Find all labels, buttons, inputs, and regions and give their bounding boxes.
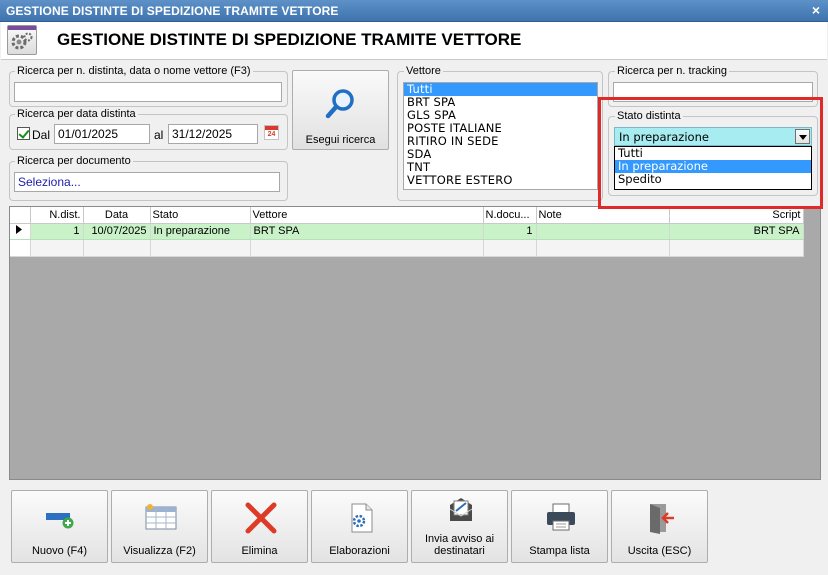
exit-button[interactable]: Uscita (ESC): [611, 490, 708, 563]
window-titlebar: GESTIONE DISTINTE DI SPEDIZIONE TRAMITE …: [0, 0, 828, 22]
column-header[interactable]: Script: [669, 207, 804, 224]
column-header[interactable]: N.dist.: [30, 207, 84, 224]
settings-app-icon: [7, 25, 37, 55]
search-document-select[interactable]: Seleziona...: [14, 172, 280, 192]
vettore-listbox[interactable]: Tutti BRT SPA GLS SPA POSTE ITALIANE RIT…: [403, 82, 598, 190]
vettore-option[interactable]: SDA: [404, 148, 597, 161]
cell-vettore: BRT SPA: [250, 223, 484, 240]
vettore-label: Vettore: [404, 65, 443, 77]
delete-x-icon: [245, 502, 277, 534]
column-header[interactable]: Data: [83, 207, 151, 224]
print-list-button[interactable]: Stampa lista: [511, 490, 608, 563]
search-number-label: Ricerca per n. distinta, data o nome vet…: [15, 65, 253, 77]
column-header[interactable]: Note: [536, 207, 670, 224]
date-from-label: Dal: [32, 128, 51, 142]
cell-stato: In preparazione: [150, 223, 251, 240]
date-to-input[interactable]: 31/12/2025: [168, 124, 258, 144]
close-button[interactable]: ×: [812, 2, 820, 18]
stato-label: Stato distinta: [615, 110, 683, 122]
row-pointer-icon: [10, 223, 31, 240]
search-number-input[interactable]: [14, 82, 282, 102]
search-button-label: Esegui ricerca: [305, 134, 376, 146]
table-view-icon: [145, 504, 177, 530]
stato-dropdown[interactable]: In preparazione: [614, 127, 812, 146]
print-list-button-label: Stampa lista: [529, 545, 590, 557]
new-button-label: Nuovo (F4): [31, 545, 88, 557]
stato-dropdown-list[interactable]: Tutti In preparazione Spedito: [614, 146, 812, 190]
search-document-label: Ricerca per documento: [15, 155, 133, 167]
row-header-corner: [10, 207, 31, 224]
page-title: GESTIONE DISTINTE DI SPEDIZIONE TRAMITE …: [57, 30, 522, 49]
view-button[interactable]: Visualizza (F2): [111, 490, 208, 563]
send-notice-button-label: Invia avviso ai destinatari: [424, 533, 495, 557]
printer-icon: [547, 503, 575, 531]
calendar-icon[interactable]: 24: [264, 125, 279, 140]
date-from-input[interactable]: 01/01/2025: [54, 124, 150, 144]
send-notice-button[interactable]: Invia avviso ai destinatari: [411, 490, 508, 563]
document-gear-icon: [351, 503, 373, 533]
search-date-label: Ricerca per data distinta: [15, 108, 138, 120]
cell-script: BRT SPA: [669, 223, 804, 240]
delete-button-label: Elimina: [241, 545, 278, 557]
date-to-label: al: [154, 128, 164, 142]
table-row-new[interactable]: [10, 239, 804, 257]
stato-value: In preparazione: [619, 130, 709, 144]
chevron-down-icon[interactable]: [795, 129, 810, 144]
vettore-option[interactable]: VETTORE ESTERO: [404, 174, 597, 187]
cell-data: 10/07/2025: [83, 223, 151, 240]
view-button-label: Visualizza (F2): [123, 545, 196, 557]
exit-door-icon: [650, 504, 674, 534]
calendar-icon-day: 24: [267, 131, 276, 138]
stato-option[interactable]: Spedito: [615, 173, 811, 186]
add-row-icon: [46, 513, 74, 529]
tracking-input[interactable]: [613, 82, 813, 102]
window-title: GESTIONE DISTINTE DI SPEDIZIONE TRAMITE …: [6, 4, 339, 18]
send-document-icon: [449, 498, 473, 521]
search-icon: [325, 89, 354, 119]
new-button[interactable]: Nuovo (F4): [11, 490, 108, 563]
tracking-label: Ricerca per n. tracking: [615, 65, 730, 77]
cell-ndist: 1: [30, 223, 84, 240]
distinte-grid[interactable]: N.dist. Data Stato Vettore N.docu... Not…: [9, 206, 821, 480]
grid-header-row: N.dist. Data Stato Vettore N.docu... Not…: [10, 207, 804, 224]
exit-button-label: Uscita (ESC): [627, 545, 692, 557]
cell-ndoc: 1: [483, 223, 537, 240]
column-header[interactable]: N.docu...: [483, 207, 537, 224]
search-button[interactable]: Esegui ricerca: [292, 70, 389, 150]
table-row[interactable]: 1 10/07/2025 In preparazione BRT SPA 1 B…: [10, 223, 804, 240]
column-header[interactable]: Stato: [150, 207, 251, 224]
cell-note: [536, 223, 670, 240]
delete-button[interactable]: Elimina: [211, 490, 308, 563]
page-header: GESTIONE DISTINTE DI SPEDIZIONE TRAMITE …: [1, 22, 827, 60]
processing-button-label: Elaborazioni: [329, 545, 390, 557]
vettore-option[interactable]: RITIRO IN SEDE: [404, 135, 597, 148]
column-header[interactable]: Vettore: [250, 207, 484, 224]
processing-button[interactable]: Elaborazioni: [311, 490, 408, 563]
date-filter-checkbox[interactable]: [17, 127, 30, 140]
